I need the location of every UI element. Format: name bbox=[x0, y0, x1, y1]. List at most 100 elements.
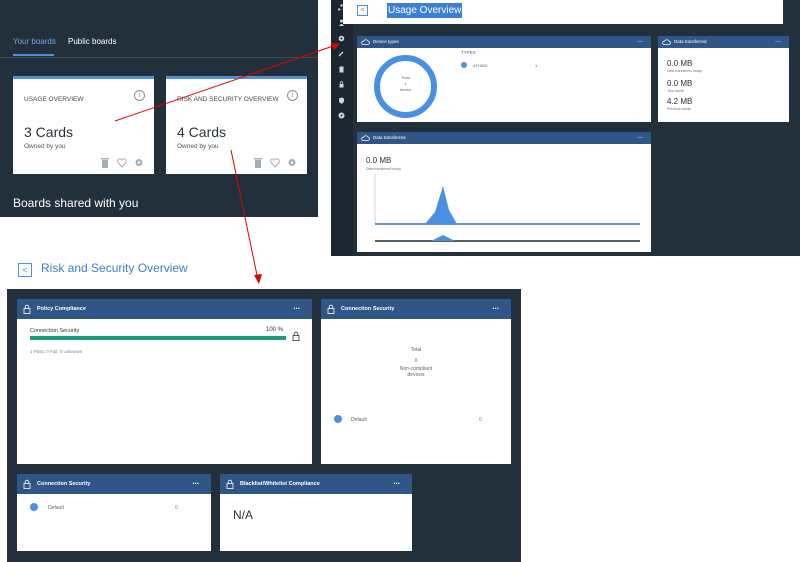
data-transferred-summary-card: Data transferred ... 0.0 MB Data transfe… bbox=[658, 36, 789, 122]
blacklist-whitelist-card: Blacklist/Whitelist Compliance ... N/A bbox=[220, 474, 412, 551]
data-transfer-area-chart bbox=[374, 174, 640, 242]
connection-security-card: Connection Security ... Total 0 Non-comp… bbox=[321, 299, 511, 464]
total-value: 0 bbox=[414, 358, 418, 364]
connection-security-card-2: Connection Security ... Default 0 bbox=[17, 474, 211, 551]
compliance-percent: 100 % bbox=[266, 327, 284, 333]
usage-header: < Usage Overview bbox=[343, 0, 783, 24]
back-button[interactable]: < bbox=[18, 263, 32, 277]
card-title: Data transferred bbox=[373, 135, 406, 140]
info-icon[interactable]: i bbox=[287, 90, 298, 101]
legend-name: Default bbox=[351, 417, 367, 423]
card-header: Blacklist/Whitelist Compliance ... bbox=[220, 474, 412, 494]
month-label: This month bbox=[667, 89, 685, 93]
donut-value: 1 bbox=[404, 81, 407, 86]
card-header: Data transferred ... bbox=[357, 132, 651, 144]
legend-value: 1 bbox=[535, 63, 538, 68]
donut-label: Total bbox=[401, 75, 410, 80]
cloud-icon bbox=[662, 39, 671, 45]
chart-big-value: 0.0 MB bbox=[366, 156, 392, 165]
board-owner: Owned by you bbox=[177, 143, 219, 150]
policy-compliance-card: Policy Compliance ... Connection Securit… bbox=[17, 299, 312, 464]
usage-overview-panel: < Usage Overview Device types ... Total … bbox=[331, 0, 800, 256]
compliance-row-label: Connection Security bbox=[30, 328, 80, 334]
today-value: 0.0 MB bbox=[667, 59, 693, 68]
month-value: 0.0 MB bbox=[667, 79, 693, 88]
legend-value: 0 bbox=[175, 505, 178, 511]
card-menu-button[interactable]: ... bbox=[775, 36, 781, 46]
progress-fill bbox=[30, 336, 286, 340]
card-header: Connection Security ... bbox=[321, 299, 511, 319]
tab-public-boards[interactable]: Public boards bbox=[68, 37, 116, 46]
card-header: Device types ... bbox=[357, 36, 651, 48]
trash-icon[interactable] bbox=[253, 157, 263, 168]
prev-month-value: 4.2 MB bbox=[667, 97, 693, 106]
info-icon[interactable]: i bbox=[134, 90, 145, 101]
card-header: Connection Security ... bbox=[17, 474, 211, 494]
heart-icon[interactable] bbox=[117, 157, 127, 168]
prev-month-label: Previous month bbox=[667, 107, 692, 111]
card-menu-button[interactable]: ... bbox=[637, 36, 643, 46]
chart-big-label: Data transferred today bbox=[366, 167, 401, 171]
card-menu-button[interactable]: ... bbox=[192, 474, 199, 490]
card-title: Policy Compliance bbox=[37, 306, 86, 312]
card-menu-button[interactable]: ... bbox=[393, 474, 400, 490]
tab-your-boards[interactable]: Your boards bbox=[13, 37, 56, 46]
gear-icon[interactable] bbox=[287, 157, 297, 168]
legend-swatch bbox=[30, 503, 38, 511]
board-title: RISK AND SECURITY OVERVIEW bbox=[177, 96, 279, 103]
board-owner: Owned by you bbox=[24, 143, 66, 150]
document-icon[interactable] bbox=[338, 66, 345, 73]
side-rail bbox=[331, 0, 353, 256]
trash-icon[interactable] bbox=[100, 157, 110, 168]
board-card-actions bbox=[100, 157, 146, 168]
lock-icon[interactable] bbox=[338, 81, 345, 88]
page-title: Usage Overview bbox=[387, 3, 463, 18]
compliance-progress-bar bbox=[30, 336, 286, 340]
page-title: Risk and Security Overview bbox=[41, 261, 188, 275]
card-title: Connection Security bbox=[37, 481, 91, 487]
settings-icon[interactable] bbox=[338, 35, 345, 42]
card-title: Blacklist/Whitelist Compliance bbox=[240, 481, 320, 487]
card-menu-button[interactable]: ... bbox=[293, 299, 300, 315]
devices-label: devices bbox=[407, 372, 425, 378]
lock-icon bbox=[23, 479, 31, 489]
card-menu-button[interactable]: ... bbox=[637, 132, 643, 142]
boards-tabs: Your boards Public boards bbox=[0, 0, 318, 58]
wrench-icon[interactable] bbox=[338, 50, 345, 57]
compliance-summary: 1 Pass; 0 Fail; 0 Unknown bbox=[30, 349, 83, 354]
back-button[interactable]: < bbox=[357, 5, 368, 16]
lock-icon bbox=[292, 331, 300, 341]
types-label: TYPES bbox=[461, 50, 476, 55]
legend-name: ATH630 bbox=[473, 63, 488, 68]
board-card-usage-overview[interactable]: USAGE OVERVIEW i 3 Cards Owned by you bbox=[13, 76, 154, 174]
cloud-icon bbox=[361, 39, 370, 45]
risk-dashboard-body: Policy Compliance ... Connection Securit… bbox=[7, 289, 521, 562]
legend-swatch bbox=[334, 415, 342, 423]
board-card-actions bbox=[253, 157, 299, 168]
board-card-count: 3 Cards bbox=[24, 124, 74, 140]
compass-icon[interactable] bbox=[338, 112, 345, 119]
board-card-count: 4 Cards bbox=[177, 124, 227, 140]
shared-boards-heading: Boards shared with you bbox=[13, 196, 139, 210]
lock-icon bbox=[327, 304, 335, 314]
card-menu-button[interactable]: ... bbox=[492, 299, 499, 315]
lock-icon bbox=[23, 304, 31, 314]
board-title: USAGE OVERVIEW bbox=[24, 96, 84, 103]
gear-icon[interactable] bbox=[134, 157, 144, 168]
active-tab-indicator bbox=[13, 54, 54, 56]
card-header: Policy Compliance ... bbox=[17, 299, 312, 319]
total-label: Total bbox=[410, 347, 422, 353]
today-label: Data transferred today bbox=[667, 69, 702, 73]
legend-value: 0 bbox=[479, 417, 482, 423]
compliance-value: N/A bbox=[233, 508, 254, 522]
device-types-card: Device types ... Total 1 device TYPES AT… bbox=[357, 36, 651, 122]
legend-swatch bbox=[461, 62, 467, 68]
risk-security-panel: < Risk and Security Overview Policy Comp… bbox=[7, 256, 521, 562]
card-title: Connection Security bbox=[341, 306, 395, 312]
shield-icon[interactable] bbox=[338, 97, 345, 104]
card-header: Data transferred ... bbox=[658, 36, 789, 48]
cloud-icon bbox=[361, 135, 370, 141]
lock-icon bbox=[226, 479, 234, 489]
heart-icon[interactable] bbox=[270, 157, 280, 168]
board-card-risk-security[interactable]: RISK AND SECURITY OVERVIEW i 4 Cards Own… bbox=[166, 76, 307, 174]
